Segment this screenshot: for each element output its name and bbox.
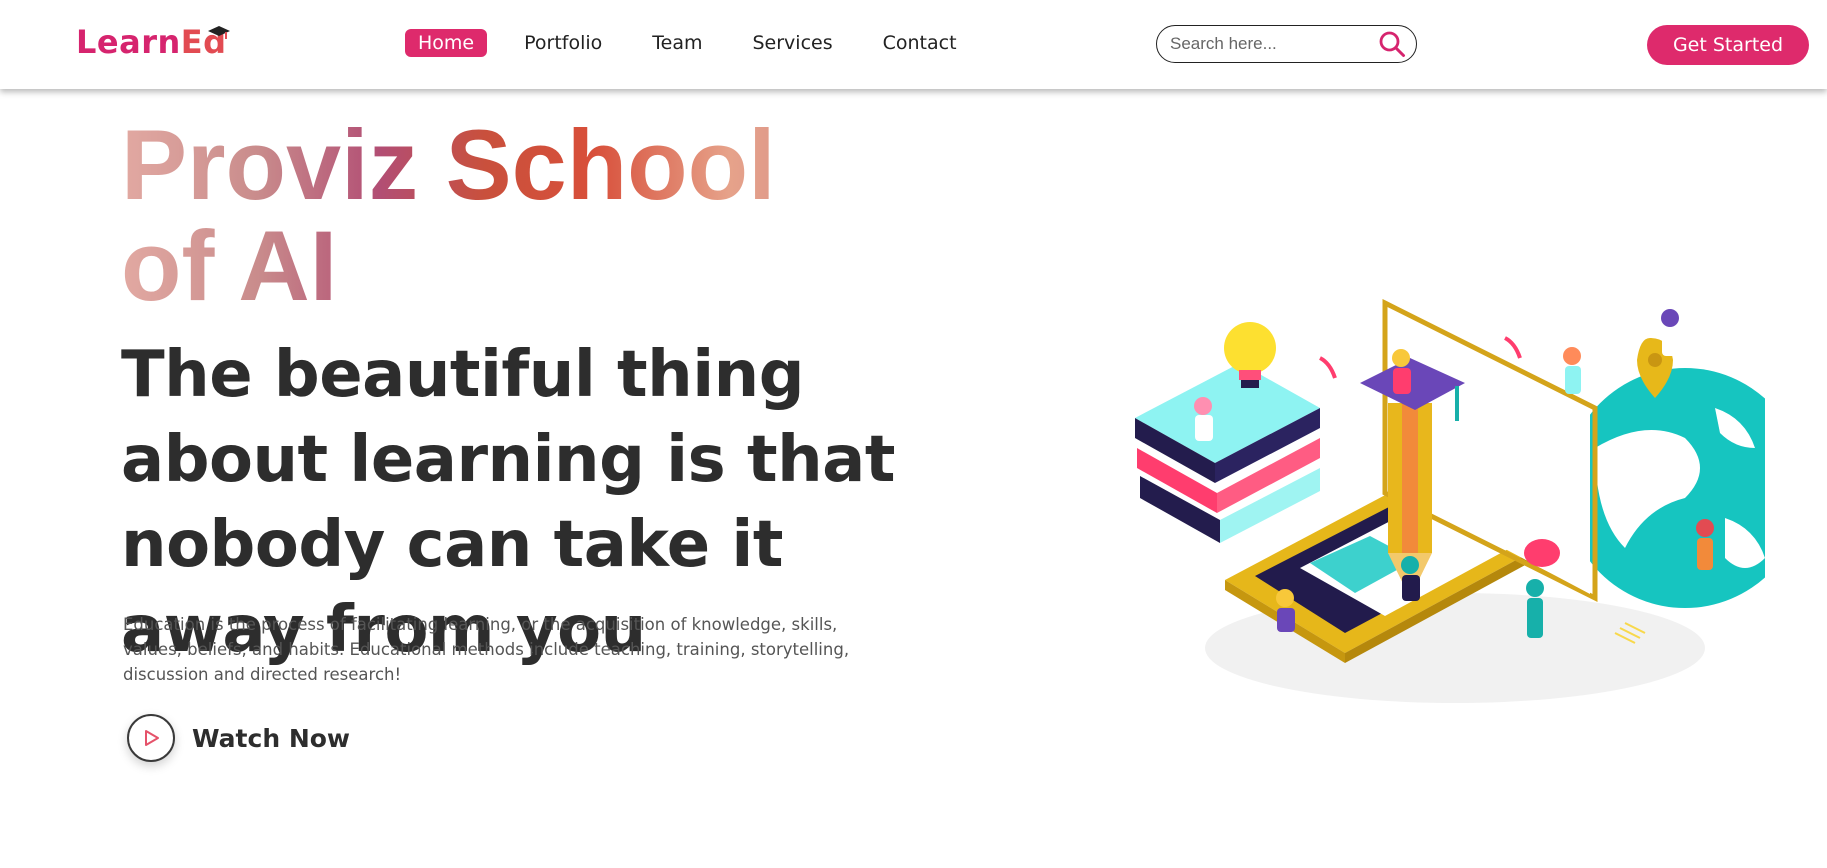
main-nav: Home Portfolio Team Services Contact: [405, 29, 994, 57]
nav-home[interactable]: Home: [405, 29, 488, 57]
play-button[interactable]: [127, 714, 175, 762]
search-box: [1156, 25, 1417, 63]
nav-contact[interactable]: Contact: [870, 29, 970, 57]
hero-title: Proviz School of AI: [121, 114, 881, 316]
nav-services[interactable]: Services: [740, 29, 846, 57]
book-stack-graphic: [1135, 322, 1320, 543]
brand-logo[interactable]: Learn Ed: [76, 20, 230, 64]
education-illustration: [1135, 298, 1765, 703]
graduation-cap-icon: [208, 26, 230, 39]
nav-portfolio[interactable]: Portfolio: [511, 29, 615, 57]
play-icon: [145, 730, 159, 746]
search-input[interactable]: [1170, 34, 1365, 54]
top-navbar: Learn Ed Home Portfolio Team Services Con…: [0, 0, 1827, 89]
watch-now-label: Watch Now: [192, 723, 351, 753]
search-icon[interactable]: [1378, 30, 1406, 58]
hero-description: Education is the process of facilitating…: [123, 615, 850, 684]
watch-now-button[interactable]: Watch Now: [127, 714, 350, 762]
nav-team[interactable]: Team: [639, 29, 715, 57]
get-started-button[interactable]: Get Started: [1647, 25, 1809, 65]
